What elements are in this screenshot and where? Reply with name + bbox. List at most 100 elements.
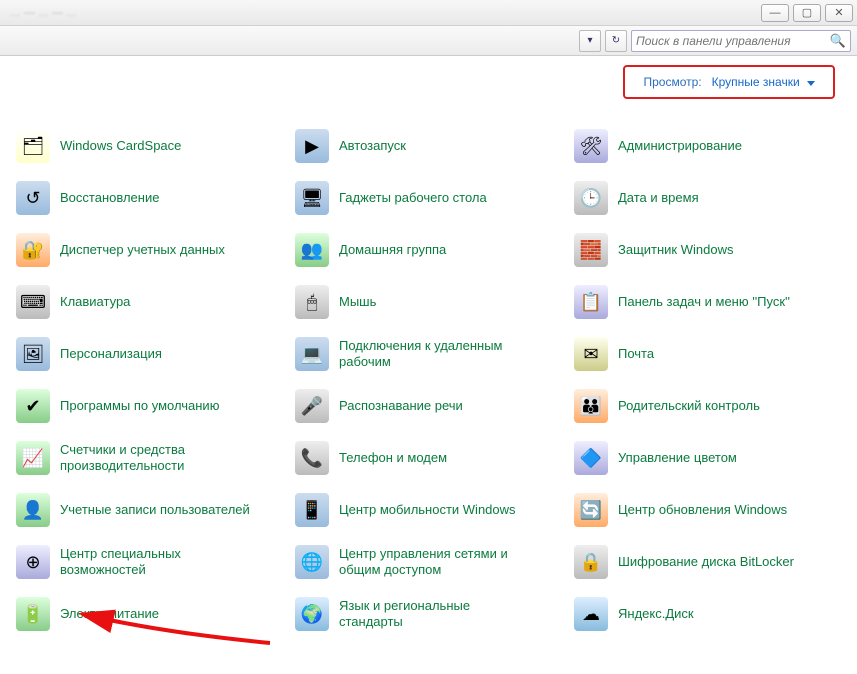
- view-label: Просмотр:: [643, 75, 701, 89]
- cp-item-remote[interactable]: 💻 Подключения к удаленным рабочим: [291, 332, 566, 376]
- cp-item-cardspace[interactable]: 🗂 Windows CardSpace: [12, 124, 287, 168]
- search-box[interactable]: 🔍: [631, 30, 851, 52]
- cp-item-homegroup[interactable]: 👥 Домашняя группа: [291, 228, 566, 272]
- cp-item-label: Электропитание: [60, 606, 159, 622]
- viewbar: Просмотр: Крупные значки: [0, 56, 857, 102]
- cp-item-label: Домашняя группа: [339, 242, 446, 258]
- cp-item-autorun[interactable]: ▶ Автозапуск: [291, 124, 566, 168]
- search-input[interactable]: [636, 34, 830, 48]
- cp-item-label: Дата и время: [618, 190, 699, 206]
- cp-item-label: Мышь: [339, 294, 376, 310]
- cp-item-label: Администрирование: [618, 138, 742, 154]
- cp-item-ease[interactable]: ⊕ Центр специальных возможностей: [12, 540, 287, 584]
- personalize-icon: 🖼: [16, 337, 50, 371]
- cp-item-credential[interactable]: 🔐Диспетчер учетных данных: [12, 228, 287, 272]
- cp-item-label: Защитник Windows: [618, 242, 733, 258]
- cp-item-color[interactable]: 🔷 Управление цветом: [570, 436, 845, 480]
- autorun-icon: ▶: [295, 129, 329, 163]
- cp-item-defaults[interactable]: ✔ Программы по умолчанию: [12, 384, 287, 428]
- window-title: … — … — …: [4, 7, 77, 19]
- cp-item-admin[interactable]: 🛠 Администрирование: [570, 124, 845, 168]
- view-value-text: Крупные значки: [712, 75, 800, 89]
- recovery-icon: ↺: [16, 181, 50, 215]
- minimize-button[interactable]: —: [761, 4, 789, 22]
- cp-item-mouse[interactable]: 🖱 Мышь: [291, 280, 566, 324]
- gadgets-icon: 🖥: [295, 181, 329, 215]
- cp-item-label: Язык и региональные стандарты: [339, 598, 529, 631]
- cp-item-update[interactable]: 🔄Центр обновления Windows: [570, 488, 845, 532]
- cp-item-label: Почта: [618, 346, 654, 362]
- cp-item-label: Автозапуск: [339, 138, 406, 154]
- defender-icon: 🧱: [574, 233, 608, 267]
- cp-item-label: Управление цветом: [618, 450, 737, 466]
- cp-item-label: Панель задач и меню ''Пуск'': [618, 294, 790, 310]
- cardspace-icon: 🗂: [16, 129, 50, 163]
- cp-item-defender[interactable]: 🧱 Защитник Windows: [570, 228, 845, 272]
- cp-item-personalize[interactable]: 🖼 Персонализация: [12, 332, 287, 376]
- close-button[interactable]: ✕: [825, 4, 853, 22]
- cp-item-recovery[interactable]: ↺ Восстановление: [12, 176, 287, 220]
- cp-item-keyboard[interactable]: ⌨ Клавиатура: [12, 280, 287, 324]
- keyboard-icon: ⌨: [16, 285, 50, 319]
- cp-item-label: Персонализация: [60, 346, 162, 362]
- cp-item-speech[interactable]: 🎤 Распознавание речи: [291, 384, 566, 428]
- cp-item-mail[interactable]: ✉ Почта: [570, 332, 845, 376]
- cp-item-label: Программы по умолчанию: [60, 398, 219, 414]
- cp-item-phone[interactable]: 📞 Телефон и модем: [291, 436, 566, 480]
- homegroup-icon: 👥: [295, 233, 329, 267]
- search-icon[interactable]: 🔍: [830, 33, 846, 49]
- bitlocker-icon: 🔒: [574, 545, 608, 579]
- refresh-button[interactable]: ↻: [605, 30, 627, 52]
- perfmon-icon: 📈: [16, 441, 50, 475]
- parental-icon: 👪: [574, 389, 608, 423]
- cp-item-taskbar[interactable]: 📋Панель задач и меню ''Пуск'': [570, 280, 845, 324]
- cp-item-label: Подключения к удаленным рабочим: [339, 338, 529, 371]
- speech-icon: 🎤: [295, 389, 329, 423]
- yadisk-icon: ☁: [574, 597, 608, 631]
- network-icon: 🌐: [295, 545, 329, 579]
- cp-item-gadgets[interactable]: 🖥 Гаджеты рабочего стола: [291, 176, 566, 220]
- cp-item-bitlocker[interactable]: 🔒Шифрование диска BitLocker: [570, 540, 845, 584]
- cp-item-datetime[interactable]: 🕒 Дата и время: [570, 176, 845, 220]
- cp-item-power[interactable]: 🔋 Электропитание: [12, 592, 287, 636]
- cp-item-perfmon[interactable]: 📈 Счетчики и средства производительности: [12, 436, 287, 480]
- mail-icon: ✉: [574, 337, 608, 371]
- cp-item-label: Центр мобильности Windows: [339, 502, 516, 518]
- cp-item-parental[interactable]: 👪Родительский контроль: [570, 384, 845, 428]
- view-selector-highlight: Просмотр: Крупные значки: [623, 65, 835, 99]
- cp-item-label: Учетные записи пользователей: [60, 502, 250, 518]
- cp-item-label: Клавиатура: [60, 294, 130, 310]
- cp-item-label: Счетчики и средства производительности: [60, 442, 250, 475]
- phone-icon: 📞: [295, 441, 329, 475]
- cp-item-yadisk[interactable]: ☁Яндекс.Диск: [570, 592, 845, 636]
- remote-icon: 💻: [295, 337, 329, 371]
- window-controls: — ▢ ✕: [761, 4, 853, 22]
- region-icon: 🌍: [295, 597, 329, 631]
- admin-icon: 🛠: [574, 129, 608, 163]
- cp-item-label: Восстановление: [60, 190, 159, 206]
- users-icon: 👤: [16, 493, 50, 527]
- titlebar: … — … — … — ▢ ✕: [0, 0, 857, 26]
- cp-item-users[interactable]: 👤 Учетные записи пользователей: [12, 488, 287, 532]
- power-icon: 🔋: [16, 597, 50, 631]
- cp-item-region[interactable]: 🌍 Язык и региональные стандарты: [291, 592, 566, 636]
- cp-item-label: Центр обновления Windows: [618, 502, 787, 518]
- cp-item-label: Центр управления сетями и общим доступом: [339, 546, 529, 579]
- cp-item-label: Гаджеты рабочего стола: [339, 190, 487, 206]
- color-icon: 🔷: [574, 441, 608, 475]
- dropdown-nav-button[interactable]: ▾: [579, 30, 601, 52]
- datetime-icon: 🕒: [574, 181, 608, 215]
- cp-item-label: Windows CardSpace: [60, 138, 181, 154]
- control-panel-grid: 🗂 Windows CardSpace ▶ Автозапуск 🛠 Администри…: [0, 102, 857, 648]
- cp-item-label: Центр специальных возможностей: [60, 546, 250, 579]
- maximize-button[interactable]: ▢: [793, 4, 821, 22]
- cp-item-label: Телефон и модем: [339, 450, 447, 466]
- mobility-icon: 📱: [295, 493, 329, 527]
- view-value[interactable]: Крупные значки: [712, 75, 815, 89]
- cp-item-network[interactable]: 🌐 Центр управления сетями и общим доступо…: [291, 540, 566, 584]
- mouse-icon: 🖱: [295, 285, 329, 319]
- cp-item-mobility[interactable]: 📱 Центр мобильности Windows: [291, 488, 566, 532]
- ease-icon: ⊕: [16, 545, 50, 579]
- defaults-icon: ✔: [16, 389, 50, 423]
- cp-item-label: Распознавание речи: [339, 398, 463, 414]
